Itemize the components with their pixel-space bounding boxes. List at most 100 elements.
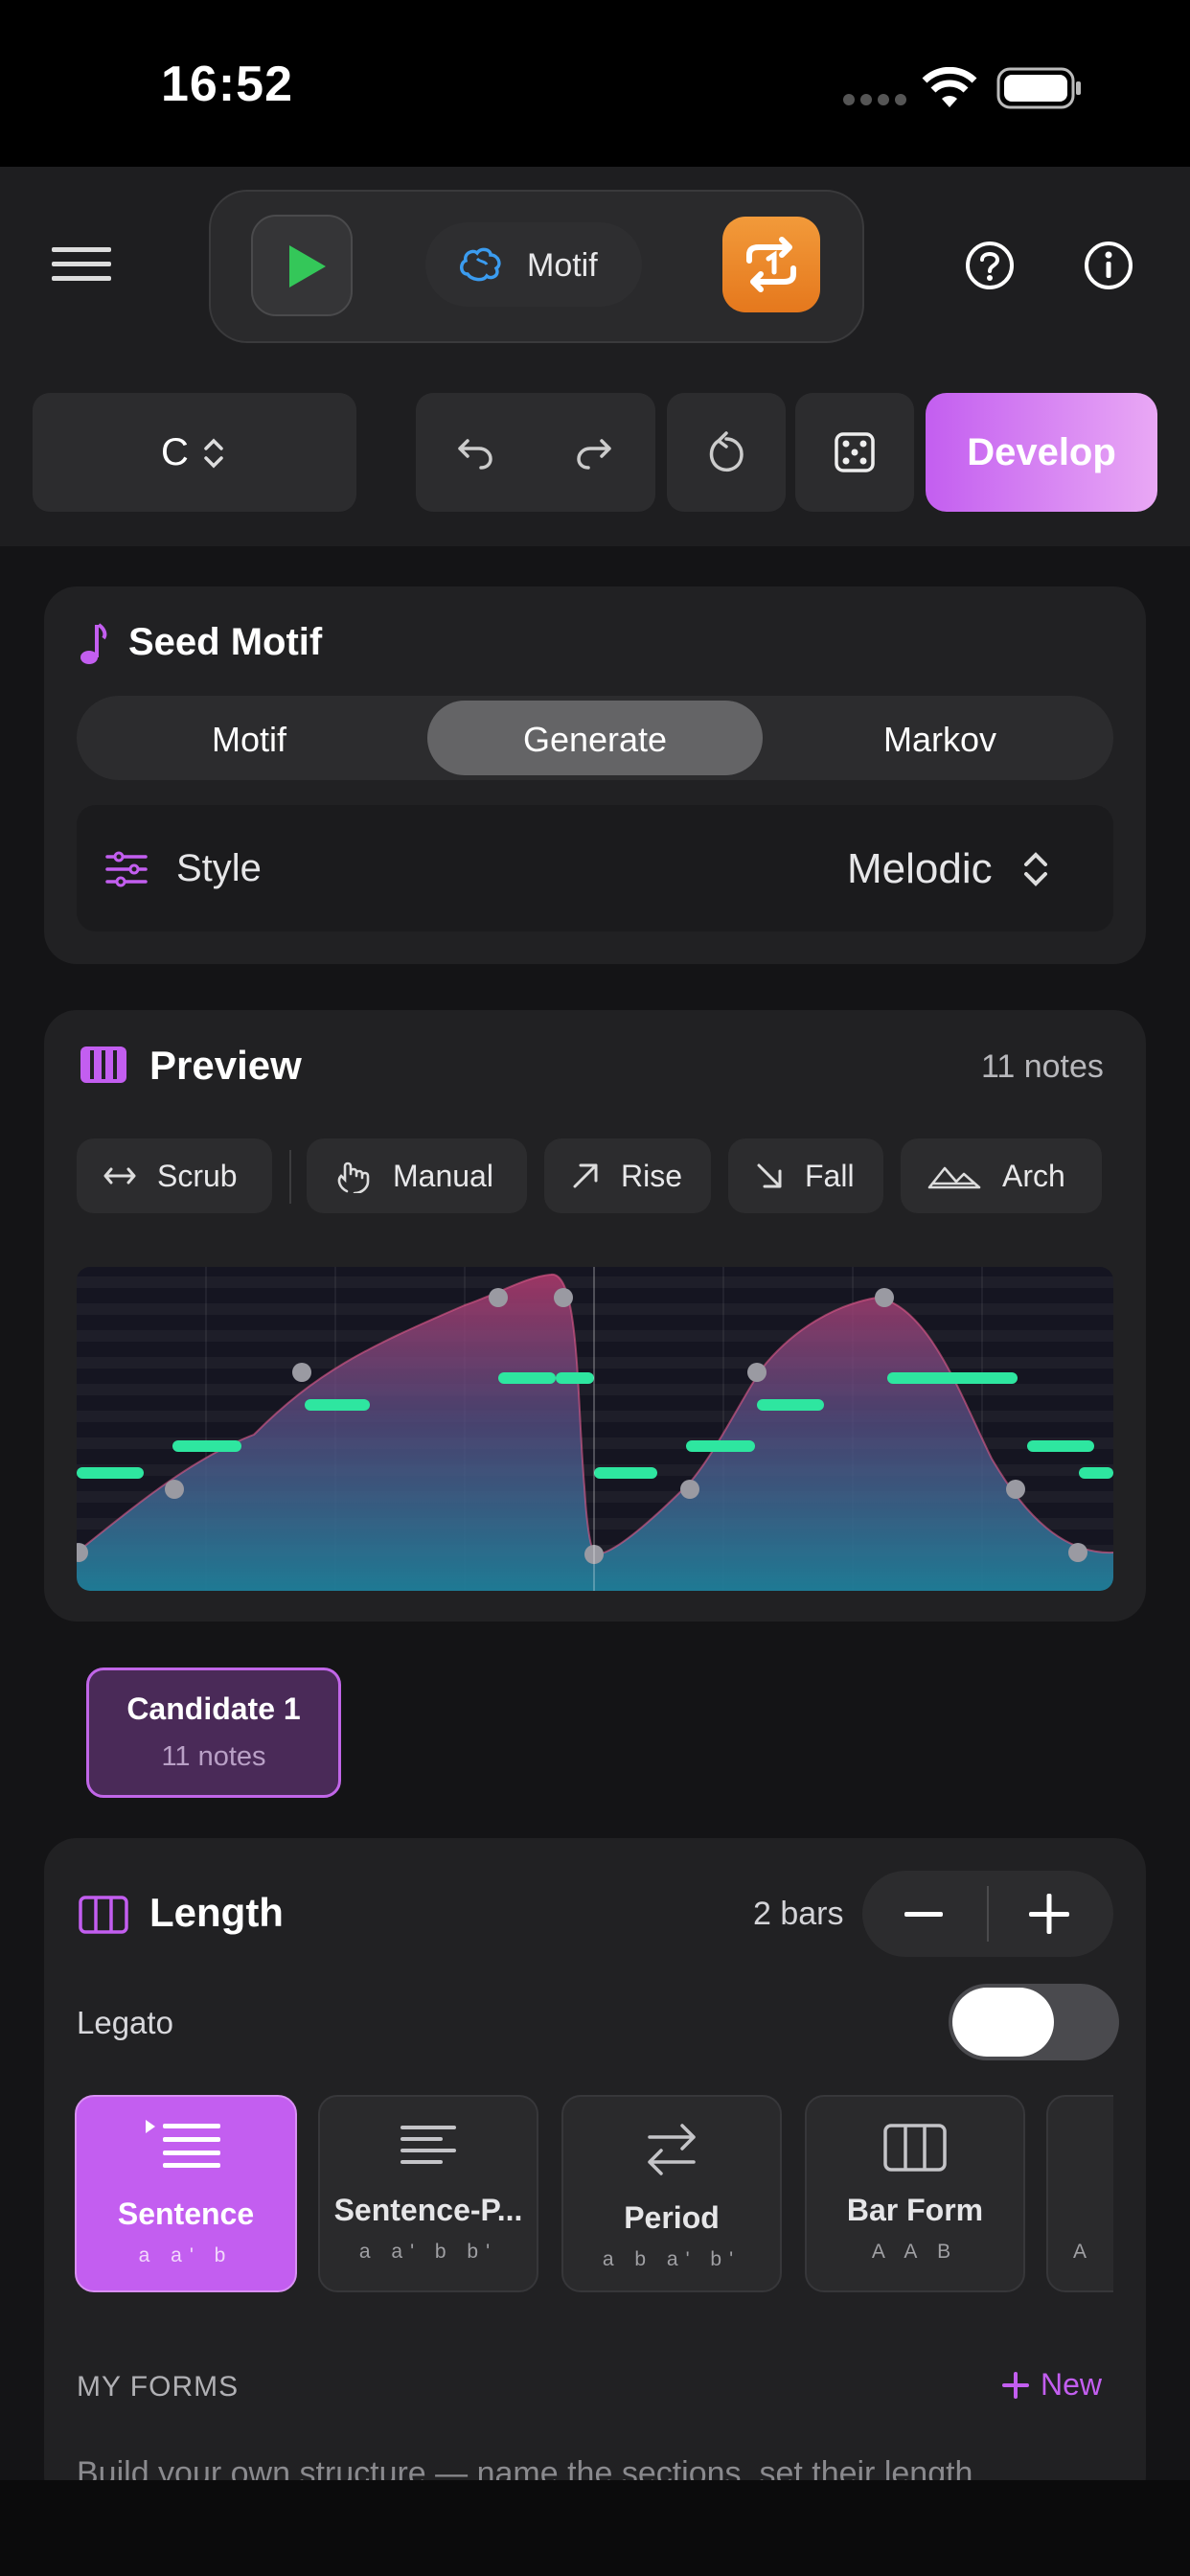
note-bar (686, 1440, 755, 1452)
form-partial[interactable]: A (1046, 2095, 1113, 2292)
text-align-icon (400, 2124, 456, 2173)
develop-button[interactable]: Develop (926, 393, 1157, 512)
contour-point (292, 1363, 311, 1382)
legato-toggle[interactable] (949, 1984, 1119, 2060)
tool-label: Scrub (157, 1158, 238, 1193)
note-bar (172, 1440, 241, 1452)
reset-button[interactable] (667, 393, 786, 512)
contour-point (747, 1363, 767, 1382)
contour-chart (77, 1267, 1113, 1591)
tool-scrub[interactable]: Scrub (77, 1138, 272, 1213)
key-label: C (161, 431, 189, 473)
new-form-button[interactable]: New (1002, 2367, 1102, 2403)
stepper-divider (987, 1886, 989, 1942)
form-pattern: A A B (871, 2241, 959, 2263)
tool-label: Arch (1002, 1158, 1065, 1193)
preview-title: Preview (149, 1043, 302, 1088)
contour-point (1006, 1480, 1025, 1499)
bottom-bar (0, 2480, 1190, 2576)
form-sentence-period[interactable]: Sentence-P... a a' b b' (318, 2095, 538, 2292)
note-bar (1079, 1467, 1113, 1479)
list-icon (144, 2118, 224, 2173)
plus-icon[interactable] (1029, 1894, 1069, 1939)
randomize-button[interactable] (795, 393, 914, 512)
contour-point (489, 1288, 508, 1307)
tool-label: Fall (805, 1158, 855, 1193)
arrow-down-right-icon (757, 1163, 782, 1188)
redo-icon[interactable] (575, 433, 613, 476)
undo-icon[interactable] (456, 433, 494, 476)
play-icon (289, 245, 326, 288)
tab-generate[interactable]: Generate (427, 720, 763, 760)
seed-title: Seed Motif (128, 621, 323, 663)
my-forms-header: MY FORMS (77, 2371, 240, 2403)
style-value[interactable]: Melodic (847, 845, 993, 893)
arrow-up-right-icon (573, 1163, 598, 1188)
legato-label: Legato (77, 2005, 173, 2040)
info-icon[interactable] (1083, 240, 1134, 296)
hand-icon (337, 1162, 370, 1193)
arrows-horizontal-icon (103, 1167, 136, 1184)
minus-icon[interactable] (904, 1898, 943, 1935)
columns-icon (883, 2124, 947, 2176)
tool-label: Rise (621, 1158, 683, 1193)
form-title: Period (624, 2200, 720, 2235)
my-forms-description: Build your own structure — name the sect… (77, 2455, 973, 2480)
mode-label: Motif (527, 247, 598, 284)
mode-chip[interactable]: Motif (425, 222, 642, 307)
contour-point (554, 1288, 573, 1307)
status-time: 16:52 (161, 57, 293, 112)
columns-icon (79, 1896, 128, 1939)
tab-markov[interactable]: Markov (767, 720, 1113, 760)
plus-icon (1002, 2371, 1029, 2399)
contour-point (680, 1480, 699, 1499)
tool-label: Manual (393, 1158, 493, 1193)
form-pattern: a a' b b' (358, 2241, 498, 2263)
dice-icon (834, 431, 876, 478)
candidate-sub: 11 notes (161, 1741, 266, 1772)
form-pattern: a b a' b' (602, 2248, 742, 2270)
undo-redo-group (416, 393, 655, 512)
piano-icon (79, 1045, 128, 1090)
note-bar (498, 1372, 556, 1384)
bars-stepper (862, 1871, 1113, 1957)
repeat-button[interactable] (722, 217, 820, 312)
note-bar (887, 1372, 1018, 1384)
note-bar (757, 1399, 824, 1411)
toggle-knob (952, 1988, 1054, 2057)
tool-manual[interactable]: Manual (307, 1138, 527, 1213)
note-bar (305, 1399, 370, 1411)
chevron-updown-icon (1021, 849, 1050, 894)
contour-point (875, 1288, 894, 1307)
form-period[interactable]: Period a b a' b' (561, 2095, 782, 2292)
new-label: New (1041, 2367, 1103, 2402)
wifi-icon (922, 66, 977, 114)
length-title: Length (149, 1890, 284, 1935)
tool-rise[interactable]: Rise (544, 1138, 711, 1213)
note-bar (77, 1467, 144, 1479)
menu-icon[interactable] (52, 245, 111, 288)
form-title: Sentence (117, 2196, 255, 2231)
note-count: 11 notes (981, 1048, 1104, 1085)
candidate-card[interactable]: Candidate 1 11 notes (86, 1668, 341, 1798)
piano-roll[interactable] (77, 1267, 1113, 1591)
music-note-icon (79, 621, 107, 672)
tool-fall[interactable]: Fall (728, 1138, 883, 1213)
tool-arch[interactable]: Arch (901, 1138, 1102, 1213)
candidate-title: Candidate 1 (126, 1691, 301, 1726)
my-forms-description-clip: Build your own structure — name the sect… (77, 2453, 1113, 2480)
form-pattern: a a' b (138, 2244, 234, 2266)
form-pattern: A (1073, 2241, 1095, 2263)
form-bar-form[interactable]: Bar Form A A B (805, 2095, 1025, 2292)
key-selector[interactable]: C (33, 393, 356, 512)
repeat-once-icon (746, 237, 796, 292)
note-bar (1027, 1440, 1094, 1452)
note-bar (594, 1467, 657, 1479)
brain-icon (458, 245, 504, 288)
play-button[interactable] (251, 215, 353, 316)
divider (289, 1150, 291, 1204)
help-icon[interactable] (964, 240, 1016, 296)
contour-point (165, 1480, 184, 1499)
tab-motif[interactable]: Motif (77, 720, 422, 760)
form-sentence[interactable]: Sentence a a' b (75, 2095, 297, 2292)
